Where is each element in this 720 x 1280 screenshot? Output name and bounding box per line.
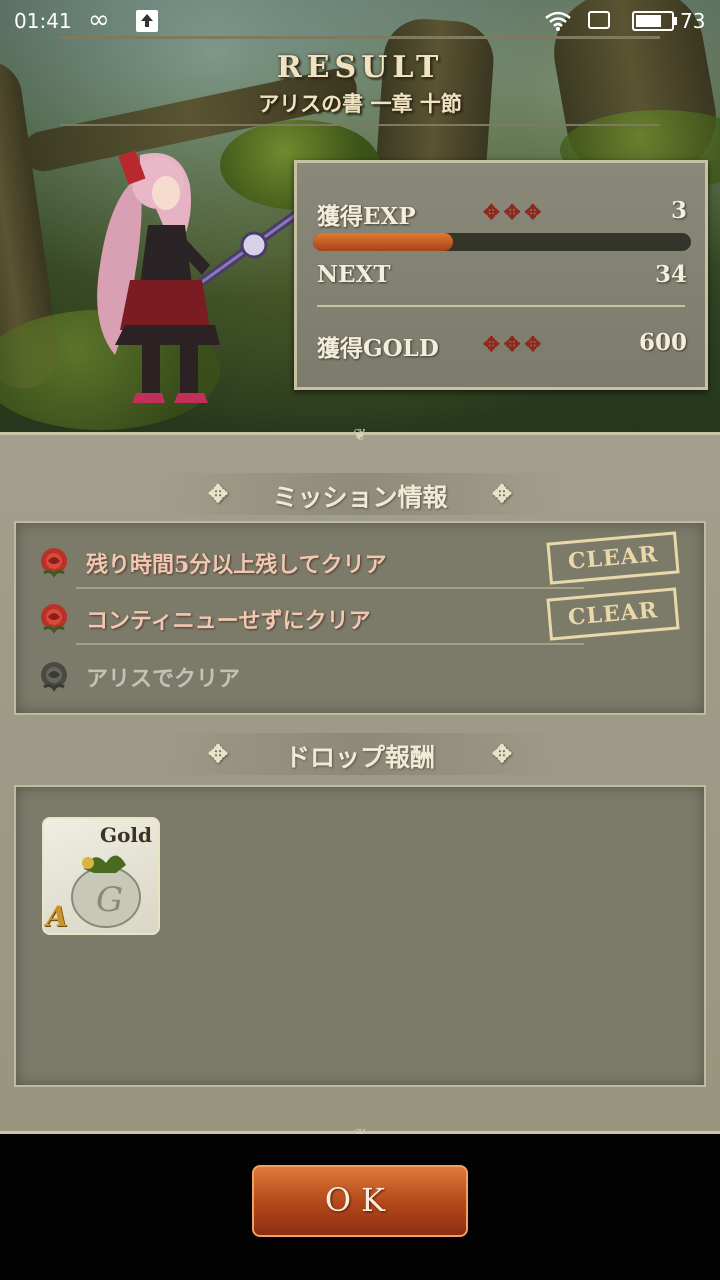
result-details-panel: ❦ ✥ ミッション情報 ✥ 残り時間5分以上残してクリア CLEAR コンティニ… (0, 425, 720, 1144)
mission-item: アリスでクリア (36, 651, 684, 703)
next-label: NEXT (317, 261, 391, 288)
drop-item-label: Gold (99, 823, 152, 847)
exp-row: 獲得EXP ✥✥✥ 3 (317, 197, 687, 231)
upload-icon (136, 10, 158, 32)
divider (317, 305, 685, 307)
gold-row: 獲得GOLD ✥✥✥ 600 (317, 329, 687, 363)
battery-icon (632, 11, 674, 31)
exp-progress-fill (313, 233, 453, 251)
ornament-icon: ✥ (491, 479, 512, 508)
status-bar: 01:41 ∞ 73 (0, 0, 720, 44)
gold-value: 600 (638, 329, 687, 356)
ornament-icon: ✥ (491, 739, 512, 768)
mission-item: 残り時間5分以上残してクリア CLEAR (36, 531, 684, 589)
ok-button[interactable]: OK (252, 1165, 468, 1237)
next-value: 34 (654, 261, 687, 288)
clear-stamp: CLEAR (546, 587, 680, 641)
clear-stamp: CLEAR (546, 531, 680, 585)
mission-section-header: ✥ ミッション情報 ✥ (160, 473, 560, 515)
ornament-icon: ✥ (208, 739, 229, 768)
exp-label: 獲得EXP (317, 203, 416, 230)
exp-value: 3 (670, 197, 687, 224)
mission-list: 残り時間5分以上残してクリア CLEAR コンティニューせずにクリア CLEAR… (14, 521, 706, 715)
exp-progress-bar (313, 233, 691, 251)
character-sprite (97, 150, 300, 403)
rose-icon (41, 604, 67, 634)
mission-section-title: ミッション情報 (272, 483, 448, 512)
ornament-icon: ✥✥✥ (483, 332, 546, 356)
drop-list: G Gold A (14, 785, 706, 1087)
mission-text: 残り時間5分以上残してクリア (86, 552, 387, 578)
sim-icon (588, 11, 610, 29)
next-row: NEXT 34 (317, 261, 687, 295)
battery-level: 73 (680, 9, 706, 33)
header-bottom-rule (60, 124, 660, 126)
mission-item: コンティニューせずにクリア CLEAR (36, 587, 684, 645)
drop-item-rank: A (46, 900, 68, 933)
gold-label: 獲得GOLD (317, 335, 439, 362)
ornament-icon: ✥ (208, 479, 229, 508)
drop-section-title: ドロップ報酬 (284, 743, 435, 772)
mission-text: コンティニューせずにクリア (86, 608, 371, 634)
result-stats-panel: 獲得EXP ✥✥✥ 3 NEXT 34 獲得GOLD ✥✥✥ 600 (294, 160, 708, 390)
wifi-icon (545, 11, 571, 31)
page-title: RESULT (276, 50, 444, 85)
rose-icon (41, 548, 67, 578)
ornament-icon: ✥✥✥ (483, 200, 546, 224)
rose-icon (41, 662, 67, 692)
flourish-icon: ❦ (353, 425, 367, 444)
svg-text:G: G (96, 880, 123, 920)
drop-item-gold[interactable]: G Gold A (42, 817, 160, 935)
page-subtitle: アリスの書 一章 十節 (258, 91, 462, 116)
infinity-icon: ∞ (88, 5, 110, 35)
drop-section-header: ✥ ドロップ報酬 ✥ (160, 733, 560, 775)
mission-text: アリスでクリア (86, 666, 241, 692)
clock: 01:41 (14, 9, 72, 33)
